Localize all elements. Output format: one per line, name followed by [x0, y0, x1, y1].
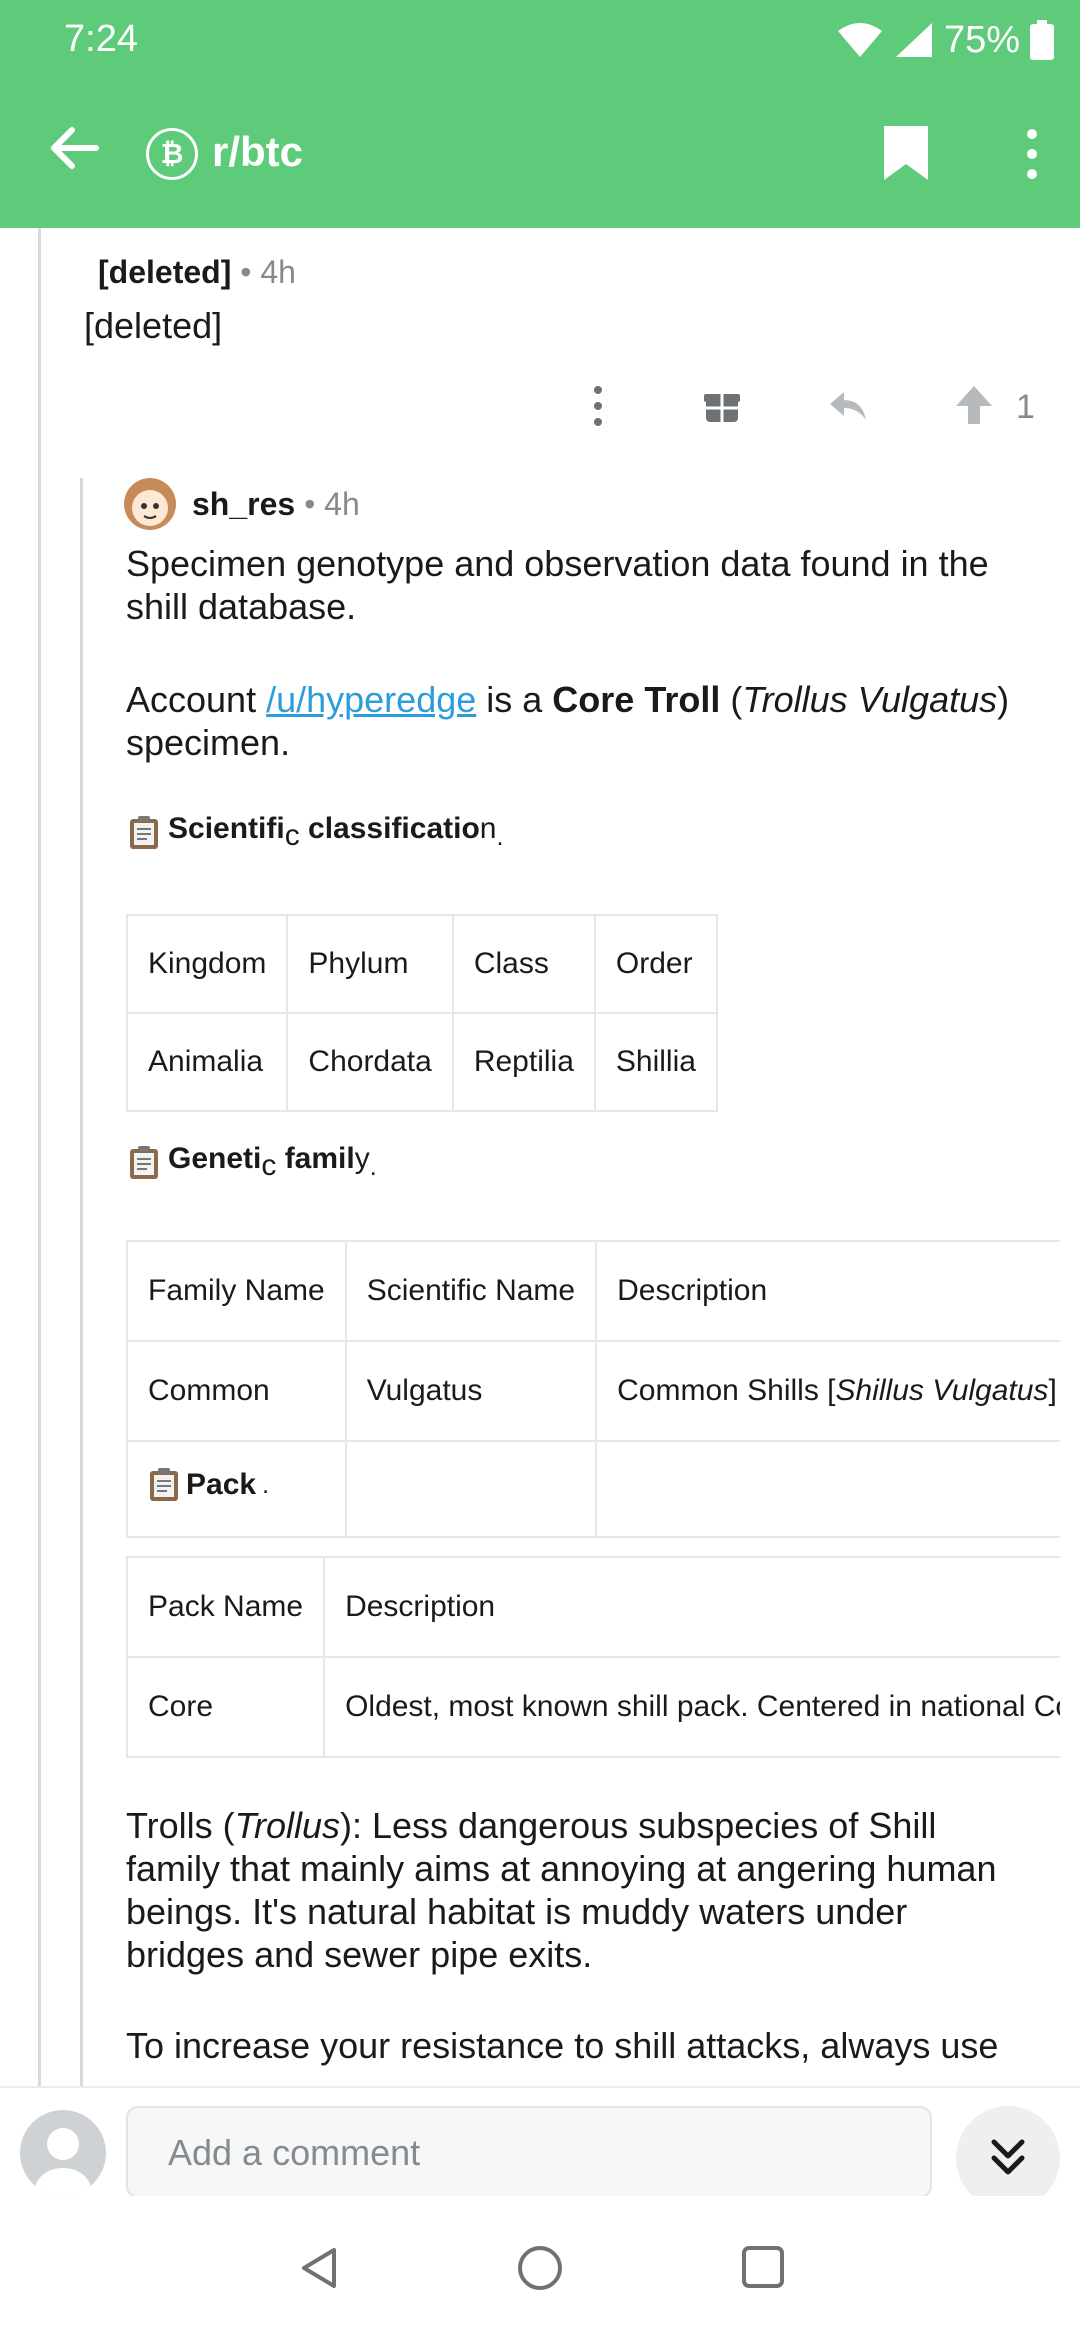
add-comment-input[interactable]: Add a comment — [126, 2106, 932, 2198]
top-app-bar: 7:24 75% ₿ r/btc — [0, 0, 1080, 228]
account-bold: Core Troll — [552, 679, 721, 720]
comment-thread: [deleted] • 4h [deleted] 1 sh_res • 4h S… — [0, 228, 1080, 2086]
trolls-paragraph: Trolls (Trollus): Less dangerous subspec… — [126, 1804, 996, 1976]
avatar-face-icon — [132, 490, 168, 526]
kebab-menu-icon[interactable] — [1022, 126, 1042, 182]
parent-author: [deleted] — [98, 254, 232, 290]
battery-icon — [1030, 20, 1054, 60]
comment-bar: Add a comment — [0, 2086, 1080, 2210]
intro-line-2: shill database. — [126, 586, 357, 627]
pack-label: Pack — [186, 1468, 257, 1501]
account-line-1: Account /u/hyperedge is a Core Troll (Tr… — [126, 678, 1009, 721]
thread-line-nested — [80, 478, 83, 2086]
reply-age: • 4h — [304, 486, 360, 522]
table-header: Pack Name — [126, 1556, 326, 1658]
paren-close: ) — [997, 679, 1010, 720]
reply-author[interactable]: sh_res — [192, 486, 295, 522]
clipboard-icon — [130, 1145, 158, 1179]
table-header: Family Name — [126, 1240, 347, 1342]
genetic-family-table: Family Name Scientific Name Description … — [126, 1240, 1060, 1538]
battery-percent: 75% — [943, 18, 1020, 61]
status-icons: 75% — [836, 18, 1054, 62]
heading-text: Genetic family. — [168, 1142, 377, 1182]
reply-icon[interactable] — [822, 380, 874, 432]
table-header: Class — [451, 914, 596, 1014]
table-cell: Oldest, most known shill pack. Centered … — [323, 1656, 1060, 1758]
table-header: Description — [595, 1240, 1060, 1342]
system-nav-bar — [0, 2196, 1080, 2340]
user-link[interactable]: /u/hyperedge — [266, 679, 476, 720]
table-header: Kingdom — [125, 914, 289, 1014]
nav-recents-icon[interactable] — [740, 2244, 786, 2290]
double-chevron-down-icon — [991, 2139, 1025, 2175]
gift-icon[interactable] — [696, 380, 748, 432]
account-prefix: Account — [126, 679, 267, 720]
nav-home-icon[interactable] — [514, 2242, 566, 2294]
signal-icon — [895, 23, 932, 57]
user-silhouette-icon — [35, 2128, 91, 2196]
reply-meta: sh_res • 4h — [192, 486, 360, 523]
table-cell-empty — [344, 1440, 598, 1538]
table-header: Phylum — [286, 914, 454, 1014]
table-header: Order — [593, 914, 718, 1014]
jump-down-button[interactable] — [956, 2106, 1060, 2210]
avatar[interactable] — [124, 478, 176, 530]
table-cell-empty — [595, 1440, 1060, 1538]
trolls-line-1: Trolls (Trollus): Less dangerous subspec… — [126, 1805, 937, 1846]
user-avatar[interactable] — [20, 2110, 106, 2196]
back-arrow-icon[interactable] — [44, 118, 104, 178]
scientific-classification-table: Kingdom Phylum Class Order Animalia Chor… — [125, 914, 718, 1112]
trolls-line-4: bridges and sewer pipe exits. — [126, 1934, 593, 1975]
genetic-family-heading: Genetic family. — [128, 1142, 377, 1183]
table-cell: Reptilia — [451, 1012, 596, 1112]
pack-subheading-cell: Pack. — [126, 1440, 347, 1538]
table-scroll-region[interactable]: Family Name Scientific Name Description … — [126, 1240, 1060, 1780]
clipboard-icon — [150, 1468, 178, 1501]
account-line-2: specimen. — [126, 722, 291, 763]
parent-comment-meta: [deleted] • 4h — [98, 254, 296, 291]
table-cell: Animalia — [125, 1012, 289, 1112]
resistance-line: To increase your resistance to shill att… — [126, 2025, 999, 2066]
table-cell: Chordata — [286, 1012, 454, 1112]
bookmark-icon[interactable] — [882, 124, 930, 182]
parent-age: • 4h — [240, 254, 296, 290]
table-cell: Shillia — [593, 1012, 718, 1112]
upvote-count: 1 — [1016, 388, 1035, 426]
heading-text: Scientific classification. — [168, 812, 504, 852]
thread-line — [38, 228, 41, 2086]
scientific-classification-heading: Scientific classification. — [128, 812, 503, 853]
reply-intro: Specimen genotype and observation data f… — [126, 542, 989, 628]
pack-table: Pack Name Description Core Oldest, most … — [126, 1556, 1060, 1758]
table-header: Description — [323, 1556, 1060, 1658]
subreddit-name[interactable]: r/btc — [212, 128, 303, 176]
more-icon[interactable] — [572, 380, 624, 432]
wifi-icon — [837, 23, 882, 57]
trolls-line-2: family that mainly aims at annoying at a… — [126, 1848, 997, 1889]
clipboard-icon — [130, 815, 158, 849]
table-header: Scientific Name — [344, 1240, 598, 1342]
paren-open: ( — [720, 679, 743, 720]
bitcoin-icon[interactable]: ₿ — [146, 128, 198, 180]
intro-line-1: Specimen genotype and observation data f… — [126, 543, 989, 584]
parent-comment-body: [deleted] — [84, 305, 223, 346]
table-cell-description: Common Shills [Shillus Vulgatus] a — [595, 1340, 1060, 1442]
nav-back-icon[interactable] — [296, 2244, 344, 2292]
upvote-icon[interactable] — [948, 380, 1000, 432]
trolls-line-3: beings. It's natural habitat is muddy wa… — [126, 1891, 908, 1932]
table-cell: Common — [126, 1340, 347, 1442]
account-paragraph: Account /u/hyperedge is a Core Troll (Tr… — [126, 678, 1009, 764]
account-italic: Trollus Vulgatus — [742, 679, 998, 720]
table-cell: Core — [126, 1656, 326, 1758]
account-mid: is a — [476, 679, 553, 720]
status-time: 7:24 — [64, 18, 138, 60]
table-cell: Vulgatus — [344, 1340, 598, 1442]
